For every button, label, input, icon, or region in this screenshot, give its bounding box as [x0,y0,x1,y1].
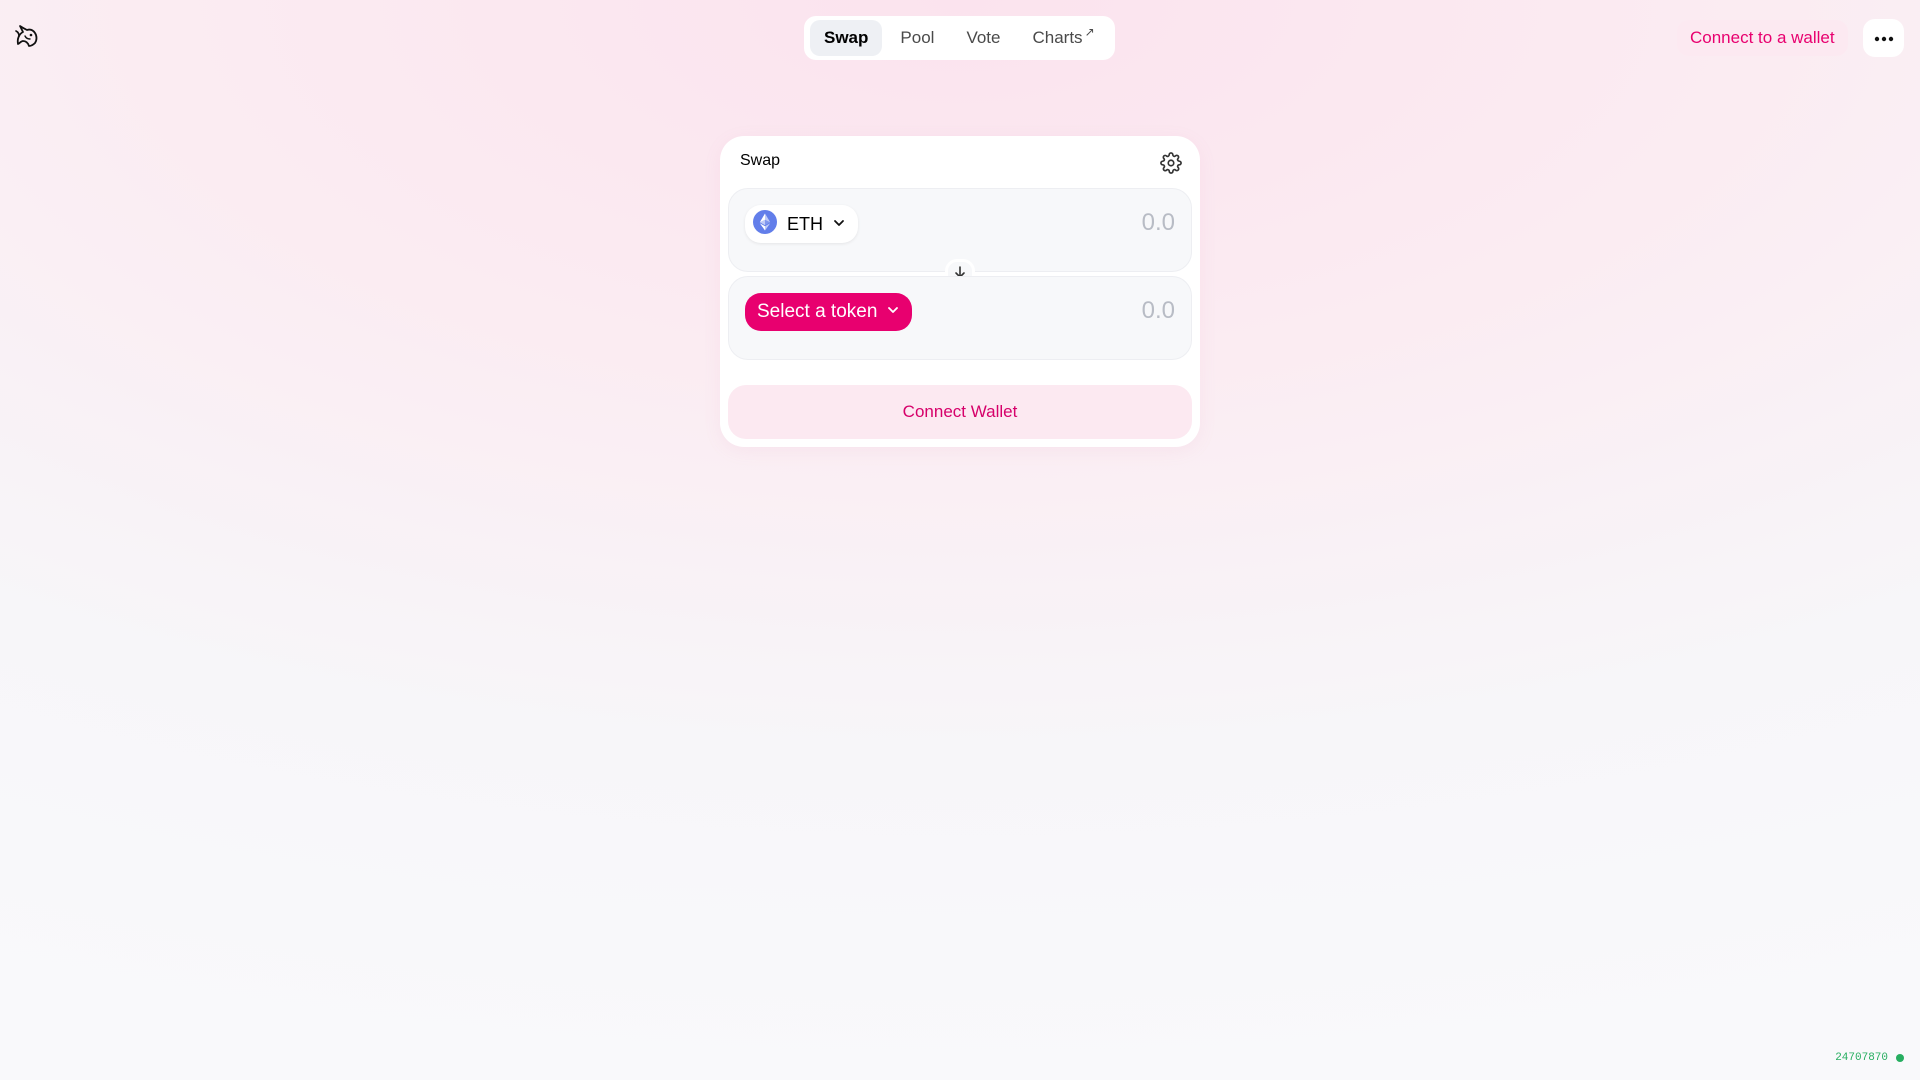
tab-swap[interactable]: Swap [810,20,883,56]
gear-icon[interactable] [1160,152,1182,174]
tab-pool[interactable]: Pool [886,20,948,56]
select-token-button[interactable]: Select a token [745,293,913,331]
unicorn-icon[interactable] [13,22,41,50]
tab-vote[interactable]: Vote [952,20,1014,56]
swap-card-title: Swap [740,152,781,169]
more-horizontal-icon [1874,29,1894,47]
output-amount-field[interactable] [975,297,1175,325]
tab-charts-label: Charts [1032,28,1083,47]
ethereum-icon [753,209,787,239]
connect-wallet-label: Connect Wallet [902,402,1018,421]
select-token-label: Select a token [757,301,878,322]
input-amount-field[interactable] [975,209,1175,237]
tab-vote-label: Vote [966,28,1001,47]
swap-output-panel: Select a token [728,276,1192,360]
connect-wallet-button[interactable]: Connect Wallet [728,385,1192,439]
swap-card: Swap ETH 0.0 Select a token 0.0 Connect … [720,136,1200,447]
tab-pool-label: Pool [900,28,935,47]
header: Swap Pool Vote Charts ↗ Connect to a wal… [0,0,1920,76]
connect-to-wallet-button[interactable]: Connect to a wallet [1677,20,1848,56]
more-options-button[interactable] [1863,19,1904,57]
status-dot-icon [1896,1054,1904,1062]
block-number-status[interactable]: 24707870 [1835,1052,1904,1064]
input-token-selector[interactable]: ETH [745,205,858,243]
block-number: 24707870 [1835,1052,1888,1064]
tab-swap-label: Swap [824,28,869,47]
tab-charts[interactable]: Charts ↗ [1018,20,1108,56]
chevron-down-icon [823,214,846,235]
external-link-icon: ↗ [1084,25,1095,39]
chevron-down-icon [877,301,900,323]
connect-to-wallet-label: Connect to a wallet [1690,28,1835,47]
main-nav: Swap Pool Vote Charts ↗ [804,16,1115,60]
input-token-symbol: ETH [787,213,823,234]
